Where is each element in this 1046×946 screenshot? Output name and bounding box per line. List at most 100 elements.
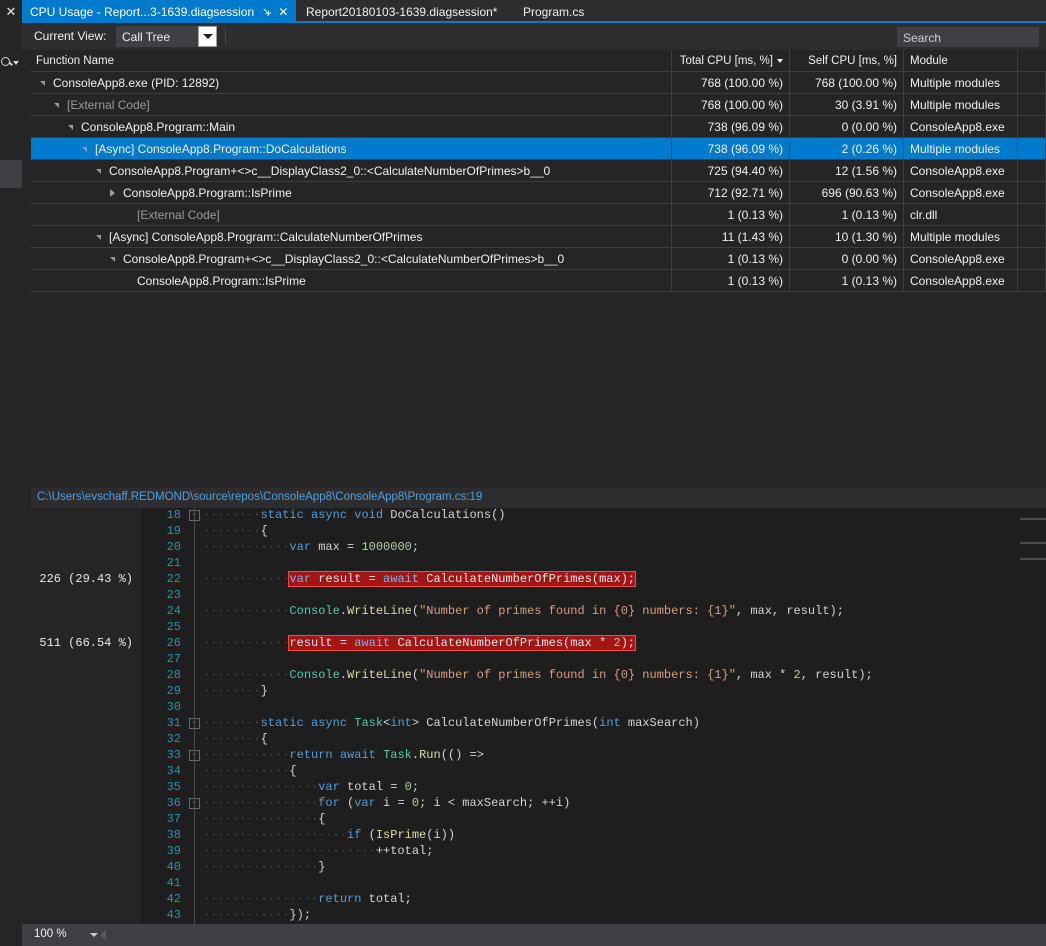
code-line[interactable]: 23: [141, 588, 1020, 604]
code-line[interactable]: 39························++total;: [141, 844, 1020, 860]
expander-collapse-icon[interactable]: [36, 80, 49, 86]
table-row[interactable]: [External Code]1 (0.13 %)1 (0.13 %)clr.d…: [31, 204, 1046, 226]
indent-guide: [194, 556, 195, 572]
expander-collapse-icon[interactable]: [78, 146, 91, 152]
code-line[interactable]: 40················}: [141, 860, 1020, 876]
code-line[interactable]: 34 ············{: [141, 764, 1020, 780]
cell-module-text: clr.dll: [910, 208, 937, 222]
code-line[interactable]: 31-········static async Task<int> Calcul…: [141, 716, 1020, 732]
table-row[interactable]: ConsoleApp8.Program::IsPrime712 (92.71 %…: [31, 182, 1046, 204]
cell-module: ConsoleApp8.exe: [904, 116, 1018, 137]
cell-filler: [1018, 72, 1046, 93]
code-lines[interactable]: 18-········static async void DoCalculati…: [141, 508, 1020, 924]
code-line[interactable]: 18-········static async void DoCalculati…: [141, 508, 1020, 524]
function-name-text: ConsoleApp8.Program::Main: [81, 120, 235, 134]
editor-scrollbar[interactable]: [1020, 508, 1046, 924]
indent-guide: [194, 764, 195, 780]
column-header-total-cpu[interactable]: Total CPU [ms, %]: [672, 50, 790, 71]
cell-filler: [1018, 226, 1046, 247]
table-row[interactable]: ConsoleApp8.Program+<>c__DisplayClass2_0…: [31, 160, 1046, 182]
code-line[interactable]: 25: [141, 620, 1020, 636]
line-number: 26: [141, 636, 181, 650]
indent-guide: [194, 588, 195, 604]
code-text: ········{: [203, 524, 268, 538]
code-text: ············var max = 1000000;: [203, 540, 419, 554]
expander-collapse-icon[interactable]: [50, 102, 63, 108]
expander-collapse-icon[interactable]: [92, 234, 105, 240]
cell-self-cpu: 1 (0.13 %): [790, 270, 904, 291]
source-path-link[interactable]: C:\Users\evschaff.REDMOND\source\repos\C…: [37, 491, 482, 503]
table-row[interactable]: ConsoleApp8.exe (PID: 12892) 768 (100.00 …: [31, 72, 1046, 94]
code-line[interactable]: 21: [141, 556, 1020, 572]
tab-program-cs[interactable]: Program.cs: [515, 0, 592, 23]
cell-module-text: ConsoleApp8.exe: [910, 252, 1005, 266]
table-row[interactable]: [Async] ConsoleApp8.Program::CalculateNu…: [31, 226, 1046, 248]
code-text: ············{: [203, 764, 297, 778]
code-line[interactable]: 29········}: [141, 684, 1020, 700]
close-icon[interactable]: ✕: [278, 5, 288, 19]
cell-function-name: ConsoleApp8.exe (PID: 12892): [31, 72, 672, 93]
current-view-select[interactable]: Call Tree: [116, 26, 198, 47]
tab-report-diagsession[interactable]: Report20180103-1639.diagsession*: [298, 0, 505, 23]
code-line[interactable]: 42················return total;: [141, 892, 1020, 908]
indent-guide: [194, 860, 195, 876]
code-line[interactable]: 38 ····················if (IsPrime(i)): [141, 828, 1020, 844]
expander-collapse-icon[interactable]: [106, 256, 119, 262]
column-header-function-name[interactable]: Function Name: [31, 50, 672, 71]
expander-expand-icon[interactable]: [106, 189, 119, 197]
cell-self-cpu: 30 (3.91 %): [790, 94, 904, 115]
search-icon[interactable]: [0, 50, 22, 72]
pin-icon[interactable]: ⇥: [259, 4, 275, 20]
report-toolbar: Current View: Call Tree Search: [22, 23, 1046, 50]
code-line[interactable]: 26············result = await CalculateNu…: [141, 636, 1020, 652]
code-line[interactable]: 20 ············var max = 1000000;: [141, 540, 1020, 556]
chevron-down-icon[interactable]: [13, 61, 19, 65]
line-number: 34: [141, 764, 181, 778]
expander-collapse-icon[interactable]: [92, 168, 105, 174]
scroll-left-icon[interactable]: [100, 930, 106, 940]
code-line[interactable]: 43············});: [141, 908, 1020, 924]
code-line[interactable]: 35················var total = 0;: [141, 780, 1020, 796]
chevron-down-icon[interactable]: [198, 26, 217, 47]
chevron-down-icon[interactable]: [90, 933, 98, 937]
cpu-annotation-row: [31, 796, 141, 812]
code-line[interactable]: 36-················for (var i = 0; i < m…: [141, 796, 1020, 812]
column-header-module[interactable]: Module: [904, 50, 1018, 71]
search-input[interactable]: Search: [897, 27, 1039, 47]
table-row[interactable]: ConsoleApp8.Program+<>c__DisplayClass2_0…: [31, 248, 1046, 270]
cell-self-cpu-text: 0 (0.00 %): [842, 120, 897, 134]
cell-module: Multiple modules: [904, 94, 1018, 115]
code-line[interactable]: 28············Console.WriteLine("Number …: [141, 668, 1020, 684]
code-line[interactable]: 37················{: [141, 812, 1020, 828]
zoom-level[interactable]: 100 %: [34, 928, 67, 940]
line-number: 38: [141, 828, 181, 842]
code-line[interactable]: 24············Console.WriteLine("Number …: [141, 604, 1020, 620]
code-line[interactable]: 22············var result = await Calcula…: [141, 572, 1020, 588]
cell-total-cpu: 712 (92.71 %): [672, 182, 790, 203]
code-line[interactable]: 30: [141, 700, 1020, 716]
cell-module-text: Multiple modules: [910, 142, 1000, 156]
line-number: 20: [141, 540, 181, 554]
table-row[interactable]: [External Code]768 (100.00 %)30 (3.91 %)…: [31, 94, 1046, 116]
cpu-annotation-row: [31, 908, 141, 924]
current-view-value: Call Tree: [122, 30, 170, 44]
indent-guide: [194, 828, 195, 844]
code-line[interactable]: 27: [141, 652, 1020, 668]
tab-cpu-usage[interactable]: CPU Usage - Report...3-1639.diagsession …: [22, 0, 296, 23]
table-row[interactable]: ConsoleApp8.Program::IsPrime1 (0.13 %)1 …: [31, 270, 1046, 292]
table-row[interactable]: [Async] ConsoleApp8.Program::DoCalculati…: [31, 138, 1046, 160]
source-path-bar[interactable]: C:\Users\evschaff.REDMOND\source\repos\C…: [31, 488, 1046, 508]
code-text: ····················if (IsPrime(i)): [203, 828, 455, 842]
code-line[interactable]: 19········{: [141, 524, 1020, 540]
code-line[interactable]: 32········{: [141, 732, 1020, 748]
close-icon[interactable]: ✕: [0, 0, 22, 23]
cell-total-cpu-text: 768 (100.00 %): [701, 76, 783, 90]
collapsed-toolwindow-tab[interactable]: [0, 160, 22, 188]
expander-collapse-icon[interactable]: [64, 124, 77, 130]
code-line[interactable]: 33-············return await Task.Run(() …: [141, 748, 1020, 764]
table-row[interactable]: ConsoleApp8.Program::Main738 (96.09 %)0 …: [31, 116, 1046, 138]
column-header-self-cpu[interactable]: Self CPU [ms, %]: [790, 50, 904, 71]
code-line[interactable]: 41: [141, 876, 1020, 892]
cell-module: ConsoleApp8.exe: [904, 270, 1018, 291]
line-number: 29: [141, 684, 181, 698]
